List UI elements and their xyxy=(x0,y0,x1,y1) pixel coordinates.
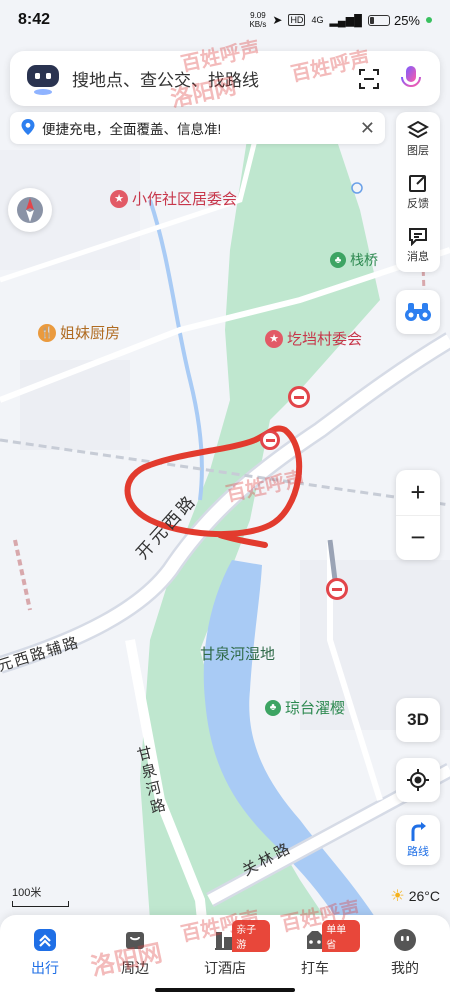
label-ganquan-wetland: 甘泉河湿地 xyxy=(200,646,276,663)
compass-icon xyxy=(17,197,43,223)
binoculars-icon xyxy=(405,303,431,321)
travel-icon xyxy=(32,927,58,953)
route-arrow-icon xyxy=(411,822,426,841)
map-canvas[interactable] xyxy=(0,0,450,1000)
status-time: 8:42 xyxy=(18,11,51,28)
no-entry-icon[interactable] xyxy=(326,578,348,600)
zoom-controls: + − xyxy=(396,470,440,560)
notice-bar[interactable]: 便捷充电，全面覆盖、信息准! ✕ xyxy=(10,112,385,144)
assistant-robot-icon[interactable] xyxy=(24,62,62,96)
layers-icon xyxy=(407,120,429,138)
battery: 25% xyxy=(367,13,420,28)
poi-zhanqiao[interactable]: ♣ 栈桥 xyxy=(330,250,378,270)
network-label: 4G xyxy=(311,15,324,25)
feedback-edit-icon xyxy=(409,174,426,192)
no-entry-icon[interactable] xyxy=(288,386,310,408)
locate-button[interactable] xyxy=(396,758,440,802)
close-icon[interactable]: ✕ xyxy=(360,118,375,139)
net-speed: 9.09 KB/s xyxy=(249,11,267,29)
taxi-badge: 单单省 xyxy=(322,920,360,952)
location-pin-icon xyxy=(20,118,36,139)
search-bar[interactable]: 搜地点、查公交、找路线 xyxy=(10,51,440,106)
locate-icon xyxy=(407,769,429,791)
sun-cloud-icon: ☀ xyxy=(390,888,405,905)
zoom-out-button[interactable]: − xyxy=(396,514,440,561)
poi-jiemei[interactable]: 🍴 姐妹厨房 xyxy=(38,322,120,343)
feedback-button[interactable]: 反馈 xyxy=(396,165,440,218)
hotel-badge: 亲子游 xyxy=(232,920,270,952)
3d-button[interactable]: 3D xyxy=(396,698,440,742)
poi-pin-icon: ★ xyxy=(110,189,128,208)
nearby-bag-icon xyxy=(122,927,148,953)
nav-mine[interactable]: 我的 xyxy=(360,915,450,1000)
send-icon: ➤ xyxy=(272,13,283,27)
weather[interactable]: ☀ 26°C xyxy=(390,886,440,906)
messages-button[interactable]: 消息 xyxy=(396,218,440,271)
explore-button[interactable] xyxy=(396,290,440,334)
search-input[interactable]: 搜地点、查公交、找路线 xyxy=(72,66,342,91)
poi-qiongtai[interactable]: ♣ 琼台濯樱 xyxy=(265,697,345,718)
battery-icon xyxy=(367,14,390,26)
home-indicator[interactable] xyxy=(155,988,295,992)
scan-icon[interactable] xyxy=(354,64,384,94)
map-tool-panel: 图层 反馈 消息 xyxy=(396,112,440,272)
no-entry-icon[interactable] xyxy=(260,430,280,450)
map-scale: 100米 xyxy=(12,884,69,907)
poi-pin-icon: ★ xyxy=(265,329,283,348)
zoom-in-button[interactable]: + xyxy=(396,470,440,515)
status-indicators: 9.09 KB/s ➤ HD 4G ▂▄▆█ 25% xyxy=(249,11,432,29)
route-button[interactable]: 路线 xyxy=(396,815,440,865)
poi-qidang[interactable]: ★ 圪垱村委会 xyxy=(265,328,362,349)
nav-travel[interactable]: 出行 xyxy=(0,915,90,1000)
park-pin-icon: ♣ xyxy=(265,699,281,716)
park-pin-icon: ♣ xyxy=(330,252,346,268)
poi-xiaozuo[interactable]: ★ 小作社区居委会 xyxy=(110,188,237,209)
notice-text: 便捷充电，全面覆盖、信息准! xyxy=(42,122,222,137)
signal-icon: ▂▄▆█ xyxy=(329,14,362,27)
restaurant-pin-icon: 🍴 xyxy=(38,323,56,342)
layers-button[interactable]: 图层 xyxy=(396,112,440,165)
status-bar: 8:42 9.09 KB/s ➤ HD 4G ▂▄▆█ 25% xyxy=(0,0,450,40)
temperature: 26°C xyxy=(408,888,440,904)
hd-icon: HD xyxy=(288,14,306,26)
profile-icon xyxy=(392,927,418,953)
privacy-dot-icon xyxy=(426,17,432,23)
voice-mic-icon[interactable] xyxy=(396,64,426,94)
message-icon xyxy=(409,227,427,246)
scale-line xyxy=(12,901,69,907)
compass-button[interactable] xyxy=(8,188,52,232)
